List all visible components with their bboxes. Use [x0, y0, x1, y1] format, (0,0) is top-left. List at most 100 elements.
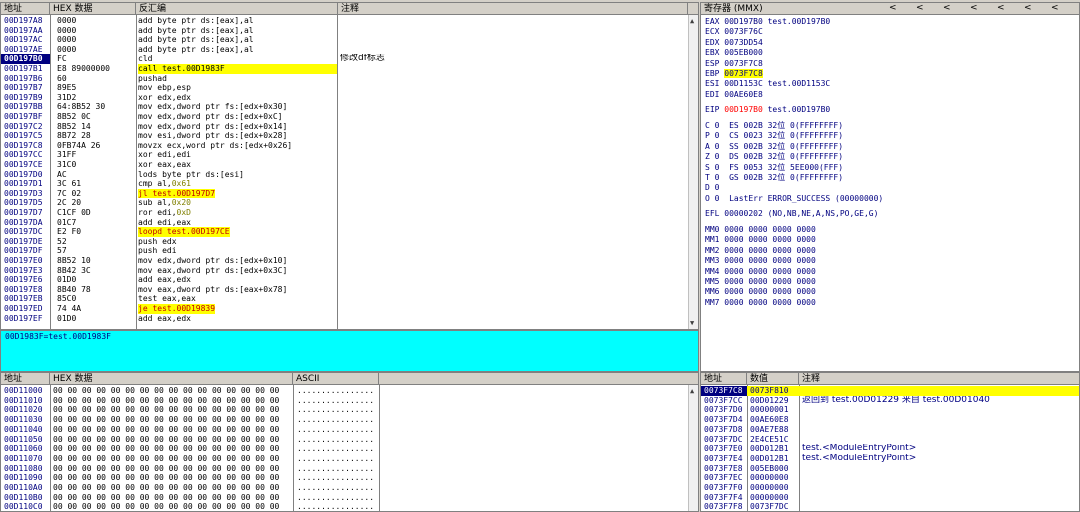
disasm-row[interactable]: 00D197D1 3C 61 cmp al,0x61: [1, 179, 698, 189]
dump-row[interactable]: 00D11020 00 00 00 00 00 00 00 00 00 00 00…: [1, 405, 698, 415]
register-value[interactable]: 0073F76C: [724, 27, 763, 36]
col-header-comment[interactable]: 注释: [799, 373, 1079, 385]
dump-row[interactable]: 00D110C0 00 00 00 00 00 00 00 00 00 00 00…: [1, 502, 698, 511]
nav-left-icon[interactable]: <: [997, 3, 1005, 13]
stack-row[interactable]: 0073F7DC 2E4CE51C: [701, 435, 1079, 445]
disasm-row[interactable]: 00D197E8 8B40 78 mov eax,dword ptr ds:[eax…: [1, 285, 698, 295]
stack-row[interactable]: 0073F7EC 00000000: [701, 473, 1079, 483]
nav-left-icon[interactable]: <: [889, 3, 897, 13]
col-header-address[interactable]: 地址: [1, 373, 50, 385]
disasm-row[interactable]: 00D197CC 31FF xor edi,edi: [1, 150, 698, 160]
col-header-address[interactable]: 地址: [1, 3, 50, 15]
disasm-row[interactable]: 00D197C8 0FB74A 26 movzx ecx,word ptr ds:[…: [1, 141, 698, 151]
disasm-row[interactable]: 00D197ED 74 4A je test.00D19839: [1, 304, 698, 314]
register-edi[interactable]: EDI 00AE60E8: [705, 90, 763, 100]
disassembly-pane[interactable]: 地址 HEX 数据 反汇编 注释 00D197A8 0000 add byte pt…: [0, 2, 699, 330]
dump-row[interactable]: 00D11060 00 00 00 00 00 00 00 00 00 00 00…: [1, 444, 698, 454]
register-eax[interactable]: EAX 00D197B0 test.00D197B0: [705, 17, 830, 27]
disasm-row[interactable]: 00D197E0 8B52 10 mov edx,dword ptr ds:[edx…: [1, 256, 698, 266]
register-ecx[interactable]: ECX 0073F76C: [705, 27, 763, 37]
disasm-row[interactable]: 00D197DE 52 push edx: [1, 237, 698, 247]
nav-left-icon[interactable]: <: [943, 3, 951, 13]
register-ebx[interactable]: EBX 005EB000: [705, 48, 763, 58]
flag-segment-row[interactable]: S 0 FS 0053 32位 5EE000(FFF): [705, 163, 843, 173]
stack-row[interactable]: 0073F7CC 00D01229 返回到 test.00D01229 来自 tes…: [701, 396, 1079, 406]
disasm-row[interactable]: 00D197D7 C1CF 0D ror edi,0xD: [1, 208, 698, 218]
stack-row[interactable]: 0073F7D0 00000001: [701, 405, 1079, 415]
register-esp[interactable]: ESP 0073F7C8: [705, 59, 763, 69]
register-edx[interactable]: EDX 0073DD54: [705, 38, 763, 48]
flag-segment-row[interactable]: Z 0 DS 002B 32位 0(FFFFFFFF): [705, 152, 843, 162]
jump-target[interactable]: test.00D19839: [152, 304, 215, 313]
dump-row[interactable]: 00D110B0 00 00 00 00 00 00 00 00 00 00 00…: [1, 493, 698, 503]
mmx-register-row[interactable]: MM5 0000 0000 0000 0000: [705, 277, 816, 287]
scroll-up-icon[interactable]: ▲: [690, 387, 694, 395]
register-value[interactable]: 0073F7C8: [724, 69, 763, 78]
register-value[interactable]: 00AE60E8: [724, 90, 763, 99]
register-ebp[interactable]: EBP 0073F7C8: [705, 69, 763, 79]
scroll-up-icon[interactable]: ▲: [690, 17, 694, 25]
nav-left-icon[interactable]: <: [970, 3, 978, 13]
register-value[interactable]: 00D197B0: [724, 17, 763, 26]
stack-row[interactable]: 0073F7F8 0073F7DC: [701, 502, 1079, 511]
nav-left-icon[interactable]: <: [916, 3, 924, 13]
disasm-row[interactable]: 00D197AE 0000 add byte ptr ds:[eax],al: [1, 45, 698, 55]
disasm-row[interactable]: 00D197B1 E8 89000000 call test.00D1983F: [1, 64, 698, 74]
nav-left-icon[interactable]: <: [1051, 3, 1059, 13]
flag-segment-row[interactable]: C 0 ES 002B 32位 0(FFFFFFFF): [705, 121, 843, 131]
eflags-row[interactable]: EFL 00000202 (NO,NB,NE,A,NS,PO,GE,G): [705, 209, 878, 219]
disasm-row[interactable]: 00D197D0 AC lods byte ptr ds:[esi]: [1, 170, 698, 180]
jump-target[interactable]: test.00D197D7: [152, 189, 215, 198]
stack-row[interactable]: 0073F7E0 00D012B1 test.<ModuleEntryPoint>: [701, 444, 1079, 454]
register-value[interactable]: 005EB000: [724, 48, 763, 57]
col-header-ascii[interactable]: ASCII: [293, 373, 379, 385]
disasm-row[interactable]: 00D197A8 0000 add byte ptr ds:[eax],al: [1, 16, 698, 26]
disasm-row[interactable]: 00D197DF 57 push edi: [1, 246, 698, 256]
disasm-row[interactable]: 00D197CE 31C0 xor eax,eax: [1, 160, 698, 170]
col-header-address[interactable]: 地址: [701, 373, 747, 385]
register-value[interactable]: 00D197B0: [724, 105, 763, 114]
jump-target[interactable]: test.00D197CE: [167, 227, 230, 236]
mmx-register-row[interactable]: MM0 0000 0000 0000 0000: [705, 225, 816, 235]
disasm-row[interactable]: 00D197B7 89E5 mov ebp,esp: [1, 83, 698, 93]
disasm-row[interactable]: 00D197EB 85C0 test eax,eax: [1, 294, 698, 304]
disasm-row[interactable]: 00D197B6 60 pushad: [1, 74, 698, 84]
stack-pane[interactable]: 地址 数值 注释 0073F7C8 0073F810 0073F7CC 00D0122…: [700, 372, 1080, 512]
dump-scrollbar[interactable]: ▲: [688, 385, 698, 511]
dump-row[interactable]: 00D11070 00 00 00 00 00 00 00 00 00 00 00…: [1, 454, 698, 464]
disasm-row[interactable]: 00D197C2 8B52 14 mov edx,dword ptr ds:[edx…: [1, 122, 698, 132]
disasm-row[interactable]: 00D197BB 64:8B52 30 mov edx,dword ptr fs:[…: [1, 102, 698, 112]
disasm-row[interactable]: 00D197D3 7C 02 jl test.00D197D7: [1, 188, 698, 199]
stack-row[interactable]: 0073F7D8 00AE7E88: [701, 425, 1079, 435]
dump-row[interactable]: 00D110A0 00 00 00 00 00 00 00 00 00 00 00…: [1, 483, 698, 493]
stack-row[interactable]: 0073F7C8 0073F810: [701, 386, 1079, 396]
register-value[interactable]: 00D1153C: [724, 79, 763, 88]
col-header-hex[interactable]: HEX 数据: [50, 3, 136, 15]
disasm-row[interactable]: 00D197DA 01C7 add edi,eax: [1, 218, 698, 228]
disasm-row[interactable]: 00D197E6 01D0 add eax,edx: [1, 275, 698, 285]
register-eip[interactable]: EIP 00D197B0 test.00D197B0: [705, 105, 830, 115]
disasm-row[interactable]: 00D197B9 31D2 xor edx,edx: [1, 93, 698, 103]
col-header-comment[interactable]: 注释: [338, 3, 688, 15]
dump-row[interactable]: 00D11010 00 00 00 00 00 00 00 00 00 00 00…: [1, 396, 698, 406]
col-header-value[interactable]: 数值: [747, 373, 799, 385]
dump-row[interactable]: 00D11040 00 00 00 00 00 00 00 00 00 00 00…: [1, 425, 698, 435]
col-header-disasm[interactable]: 反汇编: [136, 3, 338, 15]
disassembly-scrollbar[interactable]: ▲ ▼: [688, 15, 698, 329]
scroll-down-icon[interactable]: ▼: [690, 319, 694, 327]
registers-pane[interactable]: 寄存器 (MMX) < < < < < < < EAX 00D197B0 test.00D1…: [700, 2, 1080, 372]
stack-row[interactable]: 0073F7E4 00D012B1 test.<ModuleEntryPoint>: [701, 454, 1079, 464]
flag-segment-row[interactable]: T 0 GS 002B 32位 0(FFFFFFFF): [705, 173, 843, 183]
dump-row[interactable]: 00D11090 00 00 00 00 00 00 00 00 00 00 00…: [1, 473, 698, 483]
stack-row[interactable]: 0073F7F0 00000000: [701, 483, 1079, 493]
dump-row[interactable]: 00D11000 00 00 00 00 00 00 00 00 00 00 00…: [1, 386, 698, 396]
mmx-register-row[interactable]: MM7 0000 0000 0000 0000: [705, 298, 816, 308]
disasm-row[interactable]: 00D197DC E2 F0 loopd test.00D197CE: [1, 227, 698, 237]
nav-left-icon[interactable]: <: [1024, 3, 1032, 13]
dump-row[interactable]: 00D11080 00 00 00 00 00 00 00 00 00 00 00…: [1, 464, 698, 474]
flag-segment-row[interactable]: P 0 CS 0023 32位 0(FFFFFFFF): [705, 131, 843, 141]
stack-row[interactable]: 0073F7F4 00000000: [701, 493, 1079, 503]
mmx-register-row[interactable]: MM6 0000 0000 0000 0000: [705, 287, 816, 297]
register-value[interactable]: 0073DD54: [724, 38, 763, 47]
disasm-row[interactable]: 00D197B0 FC cld 修改df标志: [1, 54, 698, 64]
